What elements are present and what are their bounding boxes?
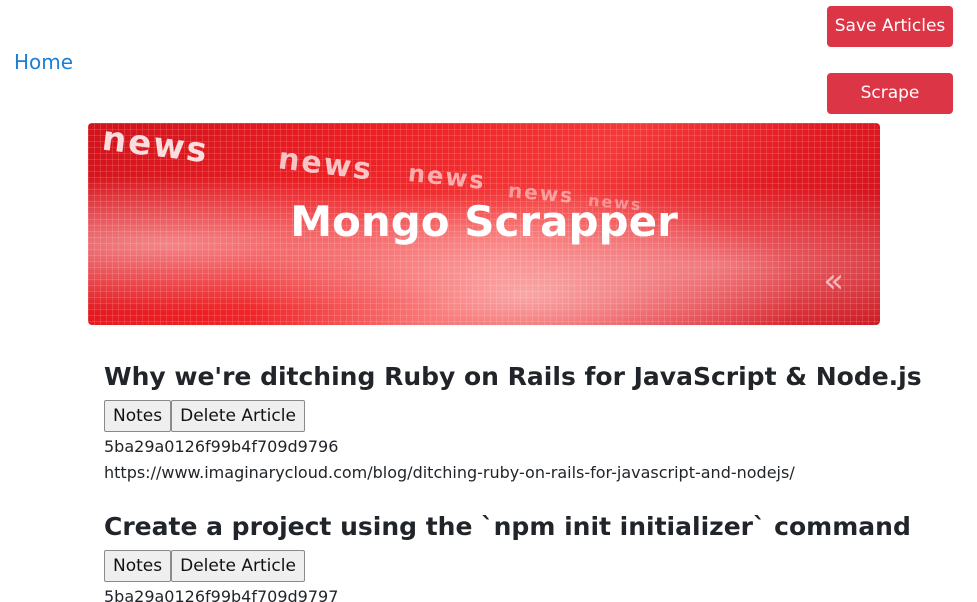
page-title: Mongo Scrapper bbox=[290, 197, 678, 246]
article-item: Why we're ditching Ruby on Rails for Jav… bbox=[104, 360, 922, 484]
delete-article-button[interactable]: Delete Article bbox=[171, 400, 305, 432]
hero-banner: news news news news news « Mongo Scrappe… bbox=[88, 123, 880, 325]
chevron-left-icon: « bbox=[823, 261, 844, 301]
article-item: Create a project using the `npm init ini… bbox=[104, 510, 911, 602]
notes-button[interactable]: Notes bbox=[104, 550, 172, 582]
home-link[interactable]: Home bbox=[14, 48, 73, 76]
article-actions: Notes Delete Article bbox=[104, 550, 884, 582]
article-id: 5ba29a0126f99b4f709d9796 bbox=[104, 437, 339, 456]
article-title: Create a project using the `npm init ini… bbox=[104, 512, 911, 541]
notes-button[interactable]: Notes bbox=[104, 400, 172, 432]
article-title: Why we're ditching Ruby on Rails for Jav… bbox=[104, 362, 922, 391]
save-articles-button[interactable]: Save Articles bbox=[827, 6, 953, 47]
article-url: https://www.imaginarycloud.com/blog/ditc… bbox=[104, 463, 795, 482]
scrape-button[interactable]: Scrape bbox=[827, 73, 953, 114]
article-id: 5ba29a0126f99b4f709d9797 bbox=[104, 587, 339, 602]
article-actions: Notes Delete Article bbox=[104, 400, 884, 432]
delete-article-button[interactable]: Delete Article bbox=[171, 550, 305, 582]
